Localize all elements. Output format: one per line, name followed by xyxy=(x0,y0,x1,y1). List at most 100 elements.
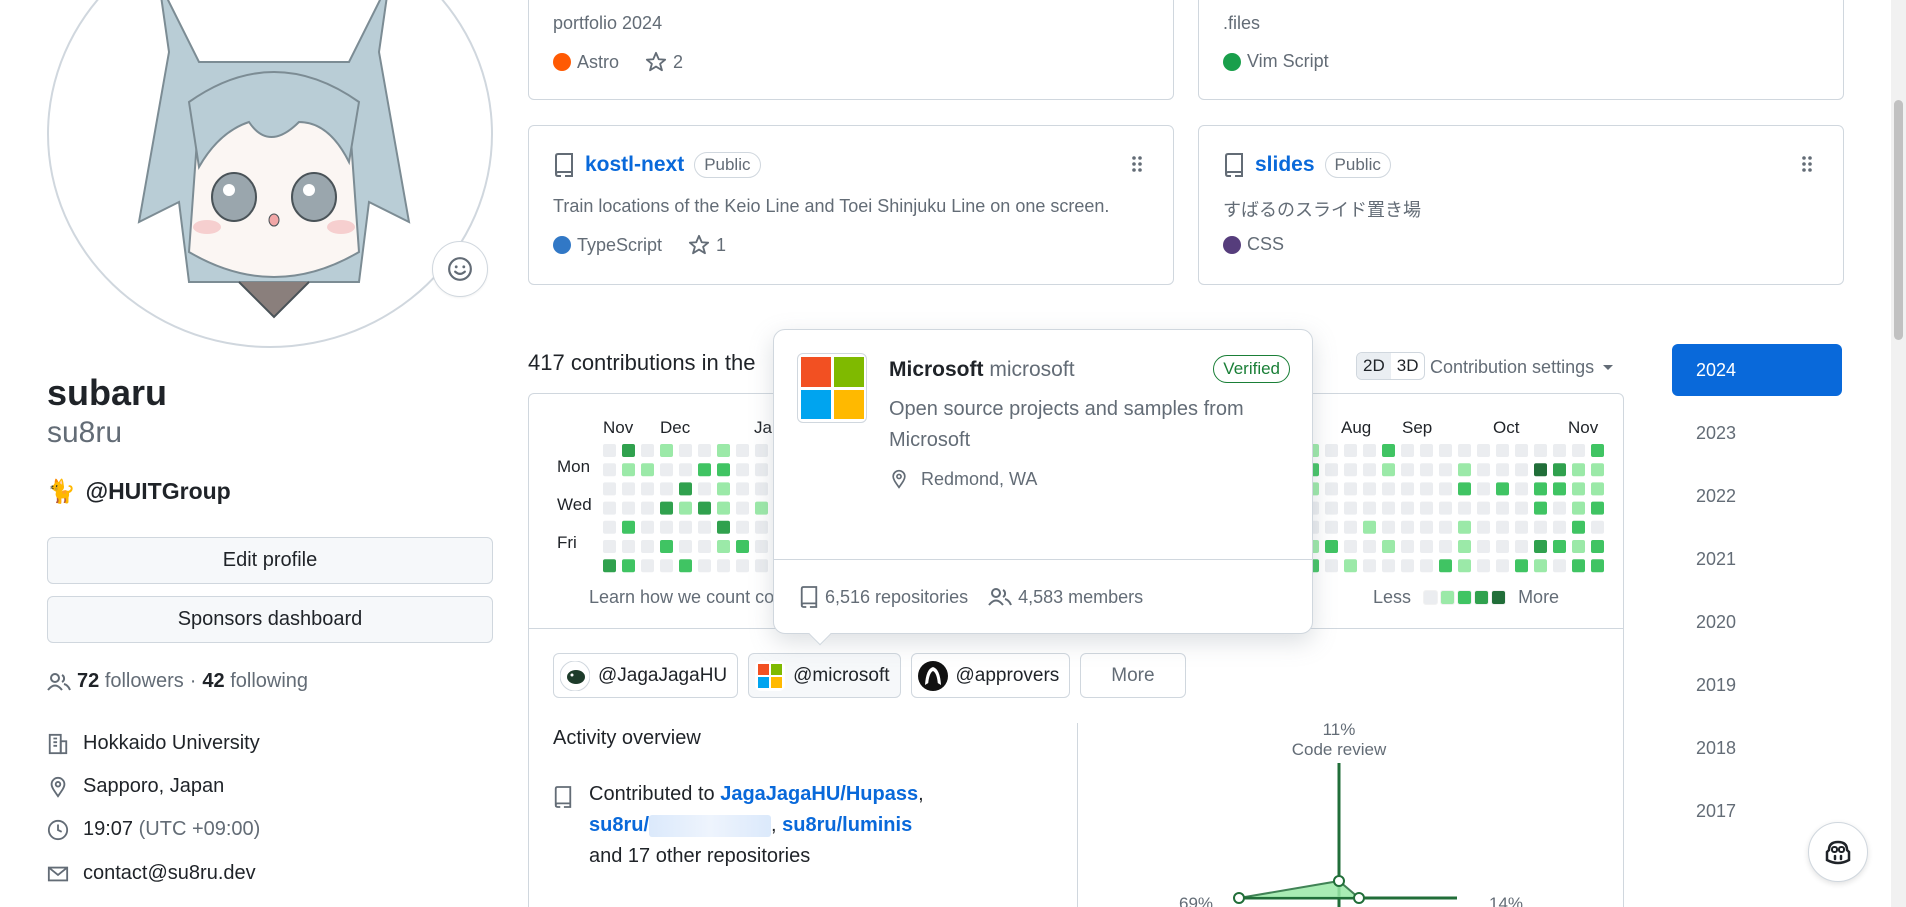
contribution-cell[interactable] xyxy=(736,559,749,573)
contribution-cell[interactable] xyxy=(1591,444,1604,457)
contribution-cell[interactable] xyxy=(1363,540,1376,553)
contribution-cell[interactable] xyxy=(1496,482,1509,496)
contribution-cell[interactable] xyxy=(603,540,616,553)
contribution-cell[interactable] xyxy=(622,463,635,477)
contribution-cell[interactable] xyxy=(736,463,749,477)
followers-link[interactable]: 72 followers xyxy=(77,670,184,693)
year-link-2018[interactable]: 2018 xyxy=(1672,722,1842,774)
contribution-cell[interactable] xyxy=(698,520,711,534)
repo-name-link[interactable]: kostl-next xyxy=(585,153,684,177)
contribution-cell[interactable] xyxy=(698,501,711,515)
contribution-cell[interactable] xyxy=(717,520,730,534)
contribution-cell[interactable] xyxy=(1420,501,1433,515)
contribution-cell[interactable] xyxy=(1363,559,1376,573)
contribution-cell[interactable] xyxy=(1591,482,1604,496)
contribution-cell[interactable] xyxy=(1515,501,1528,515)
repo-stars[interactable]: 1 xyxy=(688,234,726,256)
contribution-cell[interactable] xyxy=(1325,501,1338,515)
contribution-cell[interactable] xyxy=(755,482,768,496)
contribution-cell[interactable] xyxy=(622,482,635,496)
contribution-cell[interactable] xyxy=(1458,559,1471,573)
contribution-cell[interactable] xyxy=(1515,559,1528,573)
contribution-cell[interactable] xyxy=(1553,540,1566,553)
contribution-cell[interactable] xyxy=(1325,463,1338,477)
contribution-cell[interactable] xyxy=(679,482,692,496)
contribution-cell[interactable] xyxy=(1401,482,1414,496)
contribution-cell[interactable] xyxy=(1477,540,1490,553)
contribution-cell[interactable] xyxy=(1572,559,1585,573)
contribution-cell[interactable] xyxy=(698,540,711,553)
contribution-cell[interactable] xyxy=(641,501,654,515)
contribution-cell[interactable] xyxy=(1496,540,1509,553)
contribution-cell[interactable] xyxy=(736,520,749,534)
contribution-cell[interactable] xyxy=(1325,540,1338,553)
contribution-cell[interactable] xyxy=(660,463,673,477)
contribution-cell[interactable] xyxy=(1401,559,1414,573)
contribution-cell[interactable] xyxy=(641,482,654,496)
contribution-cell[interactable] xyxy=(679,444,692,457)
contribution-cell[interactable] xyxy=(1591,540,1604,553)
contribution-cell[interactable] xyxy=(603,444,616,457)
contribution-cell[interactable] xyxy=(1344,463,1357,477)
contribution-cell[interactable] xyxy=(660,501,673,515)
contribution-cell[interactable] xyxy=(1382,444,1395,457)
contribution-cell[interactable] xyxy=(603,501,616,515)
contribution-cell[interactable] xyxy=(1382,559,1395,573)
contribution-cell[interactable] xyxy=(1344,520,1357,534)
contribution-cell[interactable] xyxy=(660,520,673,534)
contribution-cell[interactable] xyxy=(1534,559,1547,573)
contribution-cell[interactable] xyxy=(1534,482,1547,496)
microsoft-logo-icon[interactable] xyxy=(797,353,867,423)
contribution-cell[interactable] xyxy=(622,520,635,534)
contribution-cell[interactable] xyxy=(622,540,635,553)
year-link-2021[interactable]: 2021 xyxy=(1672,533,1842,585)
contribution-cell[interactable] xyxy=(1572,482,1585,496)
contribution-cell[interactable] xyxy=(755,540,768,553)
view-3d-button[interactable]: 3D xyxy=(1391,353,1425,379)
contribution-cell[interactable] xyxy=(1382,482,1395,496)
view-2d-button[interactable]: 2D xyxy=(1357,353,1391,379)
contribution-cell[interactable] xyxy=(1534,540,1547,553)
contribution-cell[interactable] xyxy=(1458,540,1471,553)
contribution-cell[interactable] xyxy=(1363,501,1376,515)
contribution-cell[interactable] xyxy=(1420,463,1433,477)
copilot-button[interactable] xyxy=(1808,822,1868,882)
contribution-cell[interactable] xyxy=(1382,463,1395,477)
contribution-cell[interactable] xyxy=(1344,501,1357,515)
contribution-cell[interactable] xyxy=(1420,520,1433,534)
drag-handle-icon[interactable] xyxy=(1801,154,1813,179)
contribution-cell[interactable] xyxy=(1591,559,1604,573)
contributed-repo-link[interactable]: su8ru/luminis xyxy=(782,814,912,836)
contribution-cell[interactable] xyxy=(1496,463,1509,477)
contribution-cell[interactable] xyxy=(1534,520,1547,534)
contribution-cell[interactable] xyxy=(755,463,768,477)
contribution-cell[interactable] xyxy=(1382,501,1395,515)
org-filter-microsoft[interactable]: @microsoft xyxy=(748,653,901,698)
contribution-cell[interactable] xyxy=(1401,520,1414,534)
contribution-cell[interactable] xyxy=(1477,520,1490,534)
contribution-cell[interactable] xyxy=(1439,559,1452,573)
contribution-cell[interactable] xyxy=(1382,540,1395,553)
contribution-cell[interactable] xyxy=(736,501,749,515)
profile-status[interactable]: 🐈 @HUITGroup xyxy=(47,478,231,505)
contribution-cell[interactable] xyxy=(1439,482,1452,496)
contribution-cell[interactable] xyxy=(641,444,654,457)
contribution-cell[interactable] xyxy=(1572,444,1585,457)
page-scrollbar[interactable] xyxy=(1891,0,1906,907)
contribution-cell[interactable] xyxy=(1496,501,1509,515)
contribution-cell[interactable] xyxy=(1344,540,1357,553)
contribution-cell[interactable] xyxy=(1363,520,1376,534)
hovercard-repositories[interactable]: 6,516 repositories xyxy=(799,585,968,609)
contribution-cell[interactable] xyxy=(1477,559,1490,573)
contribution-cell[interactable] xyxy=(755,559,768,573)
contributed-repo-link[interactable]: JagaJagaHU/Hupass xyxy=(720,783,918,805)
contribution-cell[interactable] xyxy=(1572,520,1585,534)
contribution-cell[interactable] xyxy=(679,559,692,573)
contribution-cell[interactable] xyxy=(1420,444,1433,457)
contribution-cell[interactable] xyxy=(1363,444,1376,457)
contribution-cell[interactable] xyxy=(603,559,616,573)
contribution-cell[interactable] xyxy=(622,444,635,457)
year-link-2022[interactable]: 2022 xyxy=(1672,470,1842,522)
contribution-cell[interactable] xyxy=(1401,463,1414,477)
contribution-cell[interactable] xyxy=(1344,444,1357,457)
